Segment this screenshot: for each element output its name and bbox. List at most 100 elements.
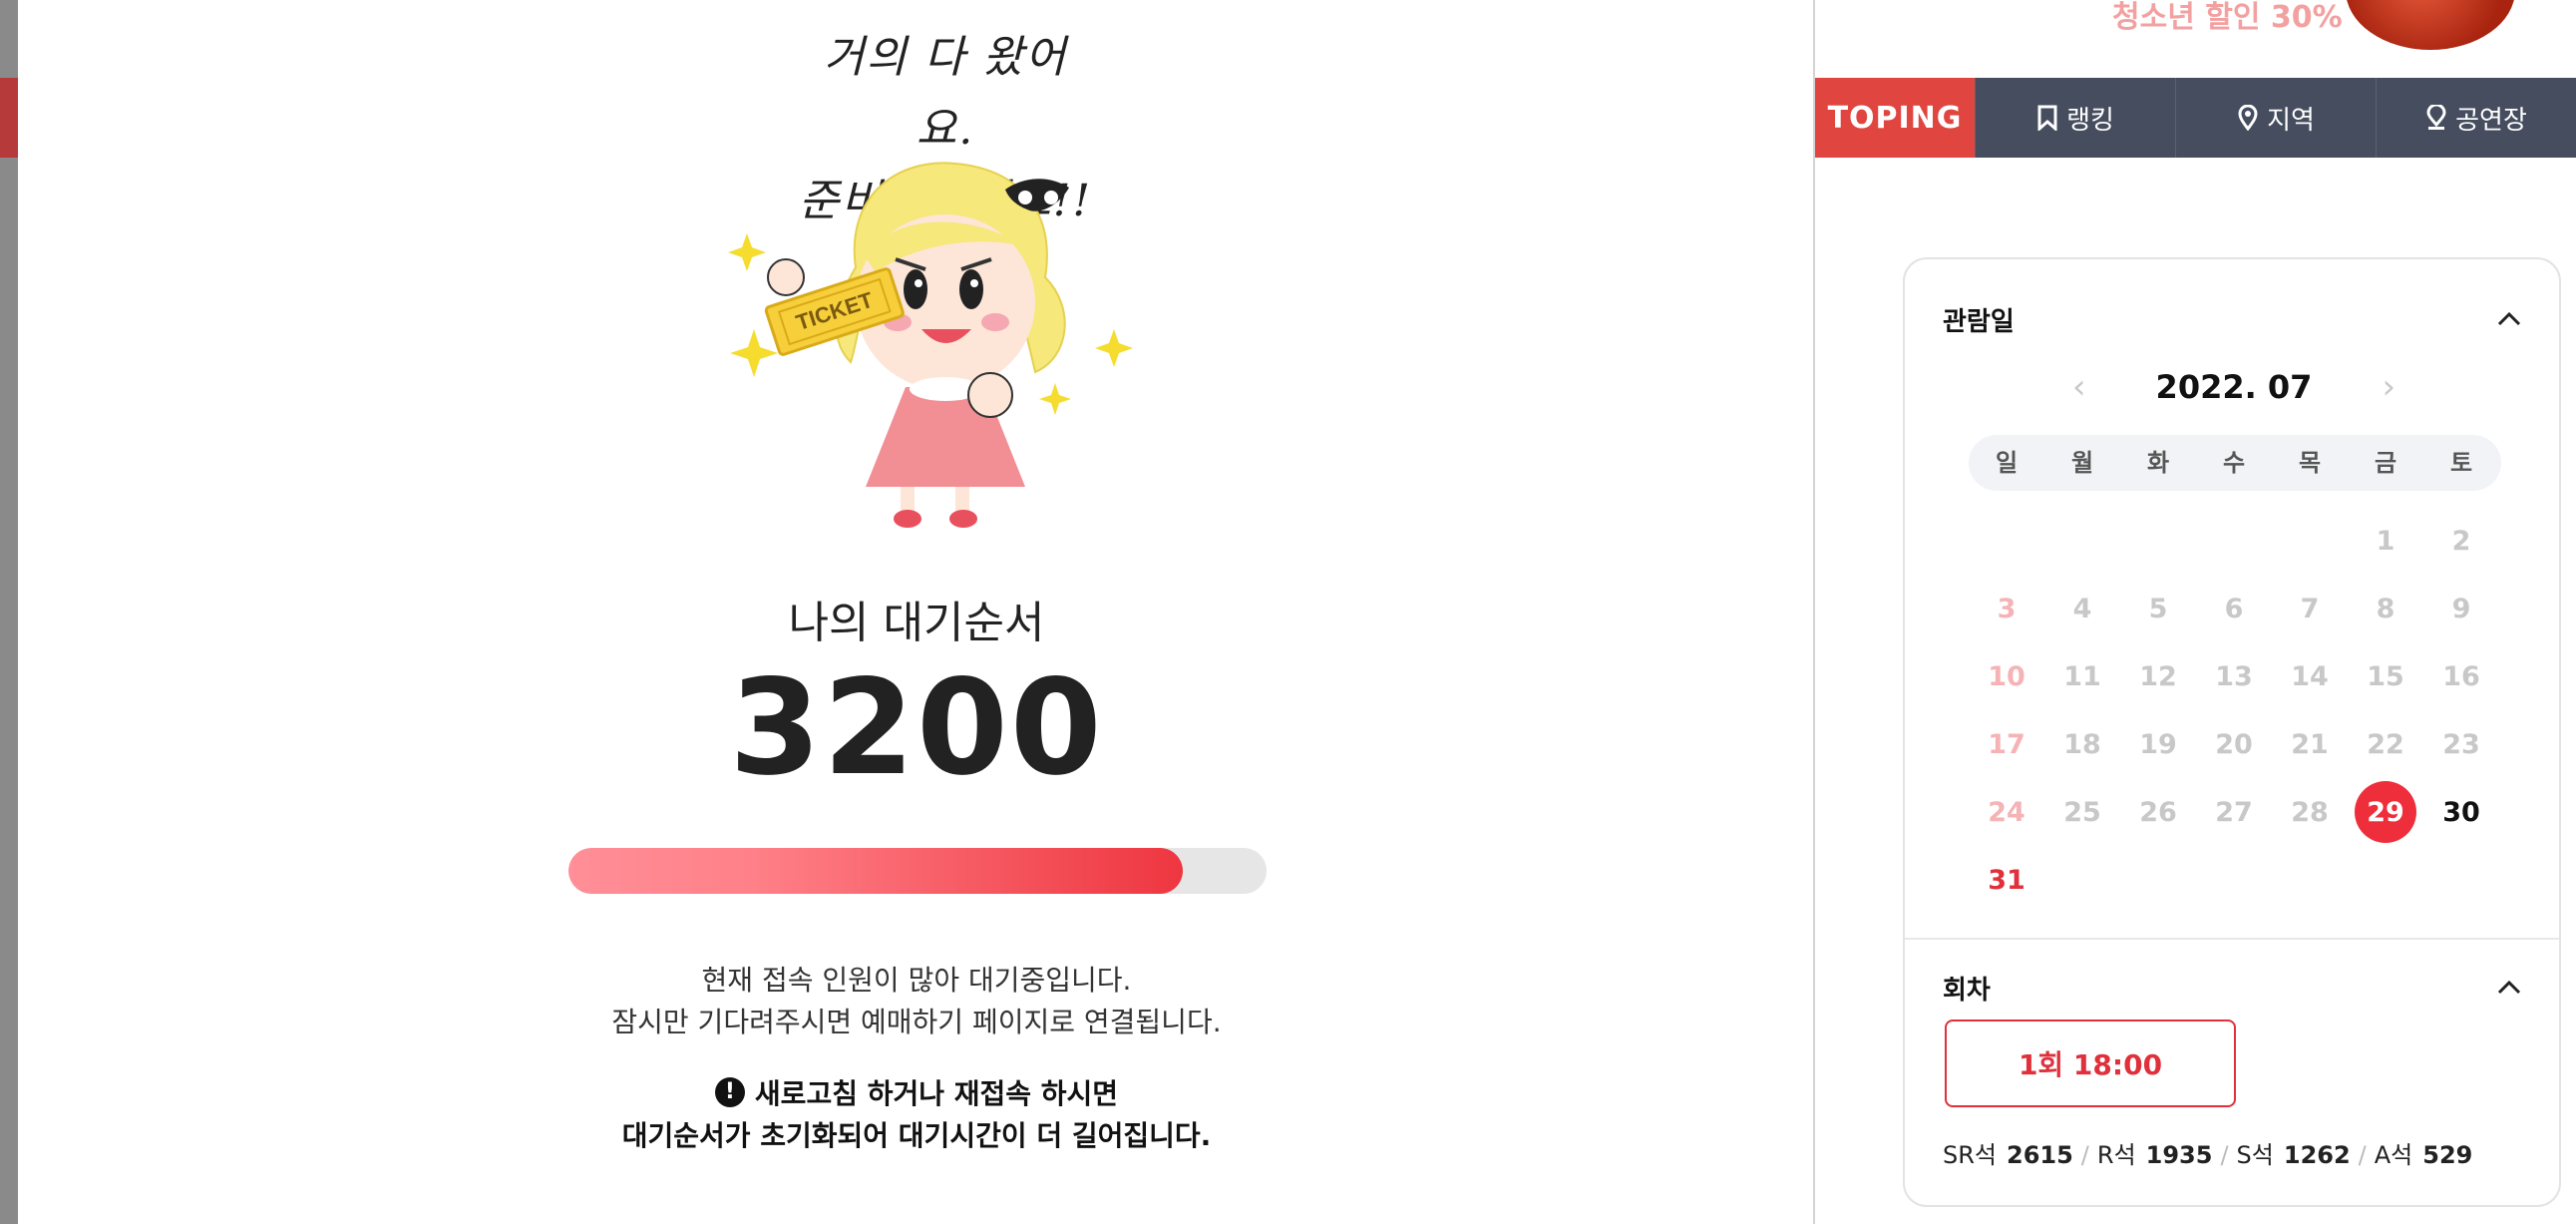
weekday-label: 화: [2146, 449, 2170, 477]
calendar-day: 7: [2300, 593, 2320, 624]
calendar-day[interactable]: 30: [2423, 778, 2499, 846]
session-button[interactable]: 1회 18:00: [1945, 1020, 2236, 1107]
booking-panel: 관람일 ‹ 2022. 07 › 일월화수목금토 1 2 3 4 5 6 7 8 9 10 11 12…: [1903, 257, 2561, 1207]
calendar-week: 31: [1969, 846, 2501, 914]
calendar-day: 8: [2376, 593, 2395, 624]
warning-line-text: 새로고침 하거나 재접속 하시면: [754, 1077, 1119, 1110]
prev-month-button[interactable]: ‹: [2072, 367, 2086, 407]
seat-grade-label: SR석: [1943, 1141, 1997, 1169]
left-edge-strip: [0, 0, 18, 1224]
calendar-week: 12: [1969, 507, 2501, 575]
calendar-day: 4: [2072, 593, 2092, 624]
seat-grade-label: A석: [2374, 1141, 2413, 1169]
seat-count: 529: [2422, 1141, 2473, 1169]
calendar-day: 18: [2063, 728, 2101, 760]
queue-position-label: 나의 대기순서: [788, 598, 1045, 648]
calendar-day: 28: [2291, 796, 2329, 828]
round-section-title: 회차: [1943, 976, 1991, 1006]
mascot-illustration: TICKET: [728, 162, 1133, 528]
weekday-label: 토: [2449, 449, 2473, 477]
bookmark-icon: [2037, 105, 2057, 131]
separator: /: [2080, 1141, 2089, 1169]
calendar-empty-cell: [2348, 846, 2423, 914]
waiting-queue-modal: 거의 다 왔어요. 준비해주세요!! TICKET 나의 대기순서 3200: [18, 0, 1815, 1224]
weekday-label: 수: [2222, 449, 2246, 477]
map-pin-icon: [2238, 105, 2258, 131]
calendar-empty-cell: [2120, 846, 2196, 914]
weekday-label: 일: [1995, 449, 2019, 477]
calendar-day: 24: [1988, 796, 2025, 828]
warning-line: 대기순서가 초기화되어 대기시간이 더 길어집니다.: [621, 1119, 1212, 1152]
calendar-grid: 1 2 3 4 5 6 7 8 9 10 11 12 13 14 15 16 17 18 19 20 21 22 23 24 2…: [1969, 507, 2501, 914]
chevron-up-icon[interactable]: [2495, 974, 2523, 1002]
weekday-label: 금: [2374, 449, 2397, 477]
calendar-day: 15: [2367, 660, 2404, 692]
calendar-empty-cell: [2044, 846, 2120, 914]
exclamation-circle-icon: !: [714, 1077, 745, 1107]
status-line: 현재 접속 인원이 많아 대기중입니다.: [701, 964, 1132, 997]
calendar-day: 10: [1988, 660, 2025, 692]
calendar-day: 21: [2291, 728, 2329, 760]
nav-toping-button[interactable]: TOPING: [1815, 78, 1975, 158]
calendar-day: 27: [2215, 796, 2253, 828]
calendar-day: 3: [1997, 593, 2017, 624]
calendar-day: 16: [2442, 660, 2480, 692]
calendar-day: 25: [2063, 796, 2101, 828]
panel-divider: [1905, 938, 2559, 940]
calendar-week: 24 25 26 27 28 29 30: [1969, 778, 2501, 846]
calendar-day[interactable]: 31: [1969, 846, 2044, 914]
calendar-empty-cell: [2044, 507, 2120, 575]
nav-item-ranking[interactable]: 랭킹: [1975, 78, 2175, 158]
calendar-empty-cell: [2423, 846, 2499, 914]
calendar-day: 11: [2063, 660, 2101, 692]
seat-grade-label: R석: [2096, 1141, 2136, 1169]
weekday-label: 월: [2070, 449, 2094, 477]
seat-availability: SR석 2615/R석 1935/S석 1262/A석 529: [1943, 1135, 2472, 1170]
calendar-day: 22: [2367, 728, 2404, 760]
status-line: 잠시만 기다려주시면 예매하기 페이지로 연결됩니다.: [611, 1006, 1222, 1038]
seat-count: 1262: [2283, 1141, 2351, 1169]
location-pin-icon: [2426, 105, 2446, 130]
calendar-day: 13: [2215, 660, 2253, 692]
main-nav: TOPING 랭킹 지역 공연장: [1815, 78, 2576, 158]
calendar-day: 12: [2139, 660, 2177, 692]
calendar-day-number: 29: [2355, 781, 2416, 843]
calendar-week: 10 11 12 13 14 15 16: [1969, 642, 2501, 710]
seat-grade-label: S석: [2236, 1141, 2274, 1169]
nav-item-label: 랭킹: [2066, 105, 2114, 136]
queue-status-message: 현재 접속 인원이 많아 대기중입니다. 잠시만 기다려주시면 예매하기 페이지…: [18, 960, 1815, 1043]
nav-item-label: 공연장: [2455, 105, 2527, 136]
nav-item-venue[interactable]: 공연장: [2376, 78, 2576, 158]
calendar-week: 17 18 19 20 21 22 23: [1969, 710, 2501, 778]
calendar-empty-cell: [1969, 507, 2044, 575]
current-month: 2022. 07: [2155, 368, 2313, 406]
next-month-button[interactable]: ›: [2382, 367, 2395, 407]
calendar-day-selected[interactable]: 29: [2348, 778, 2423, 846]
chevron-up-icon[interactable]: [2495, 305, 2523, 333]
nav-item-region[interactable]: 지역: [2175, 78, 2376, 158]
calendar-empty-cell: [2196, 846, 2272, 914]
refresh-warning: ! 새로고침 하거나 재접속 하시면 대기순서가 초기화되어 대기시간이 더 길어…: [18, 1073, 1815, 1157]
separator: /: [2358, 1141, 2367, 1169]
queue-progress-fill: [568, 848, 1183, 894]
calendar-day: 2: [2451, 525, 2471, 557]
weekday-header: 일월화수목금토: [1969, 435, 2501, 491]
calendar-empty-cell: [2120, 507, 2196, 575]
queue-progress-bar: [568, 848, 1267, 894]
seat-count: 2615: [2007, 1141, 2073, 1169]
separator: /: [2220, 1141, 2229, 1169]
nav-item-label: 지역: [2267, 105, 2315, 136]
weekday-label: 목: [2298, 449, 2322, 477]
calendar-day: 6: [2224, 593, 2244, 624]
seat-count: 1935: [2145, 1141, 2213, 1169]
left-nav-fragment: [0, 78, 18, 158]
date-section-title: 관람일: [1943, 307, 2015, 337]
queue-position-number: 3200: [729, 651, 1104, 805]
calendar-empty-cell: [2272, 846, 2348, 914]
promo-banner-text[interactable]: 청소년 할인 30%: [2112, 0, 2343, 36]
calendar-day: 23: [2442, 728, 2480, 760]
calendar-day: 20: [2215, 728, 2253, 760]
calendar-day: 19: [2139, 728, 2177, 760]
calendar-day: 26: [2139, 796, 2177, 828]
warning-line: ! 새로고침 하거나 재접속 하시면: [18, 1073, 1815, 1115]
